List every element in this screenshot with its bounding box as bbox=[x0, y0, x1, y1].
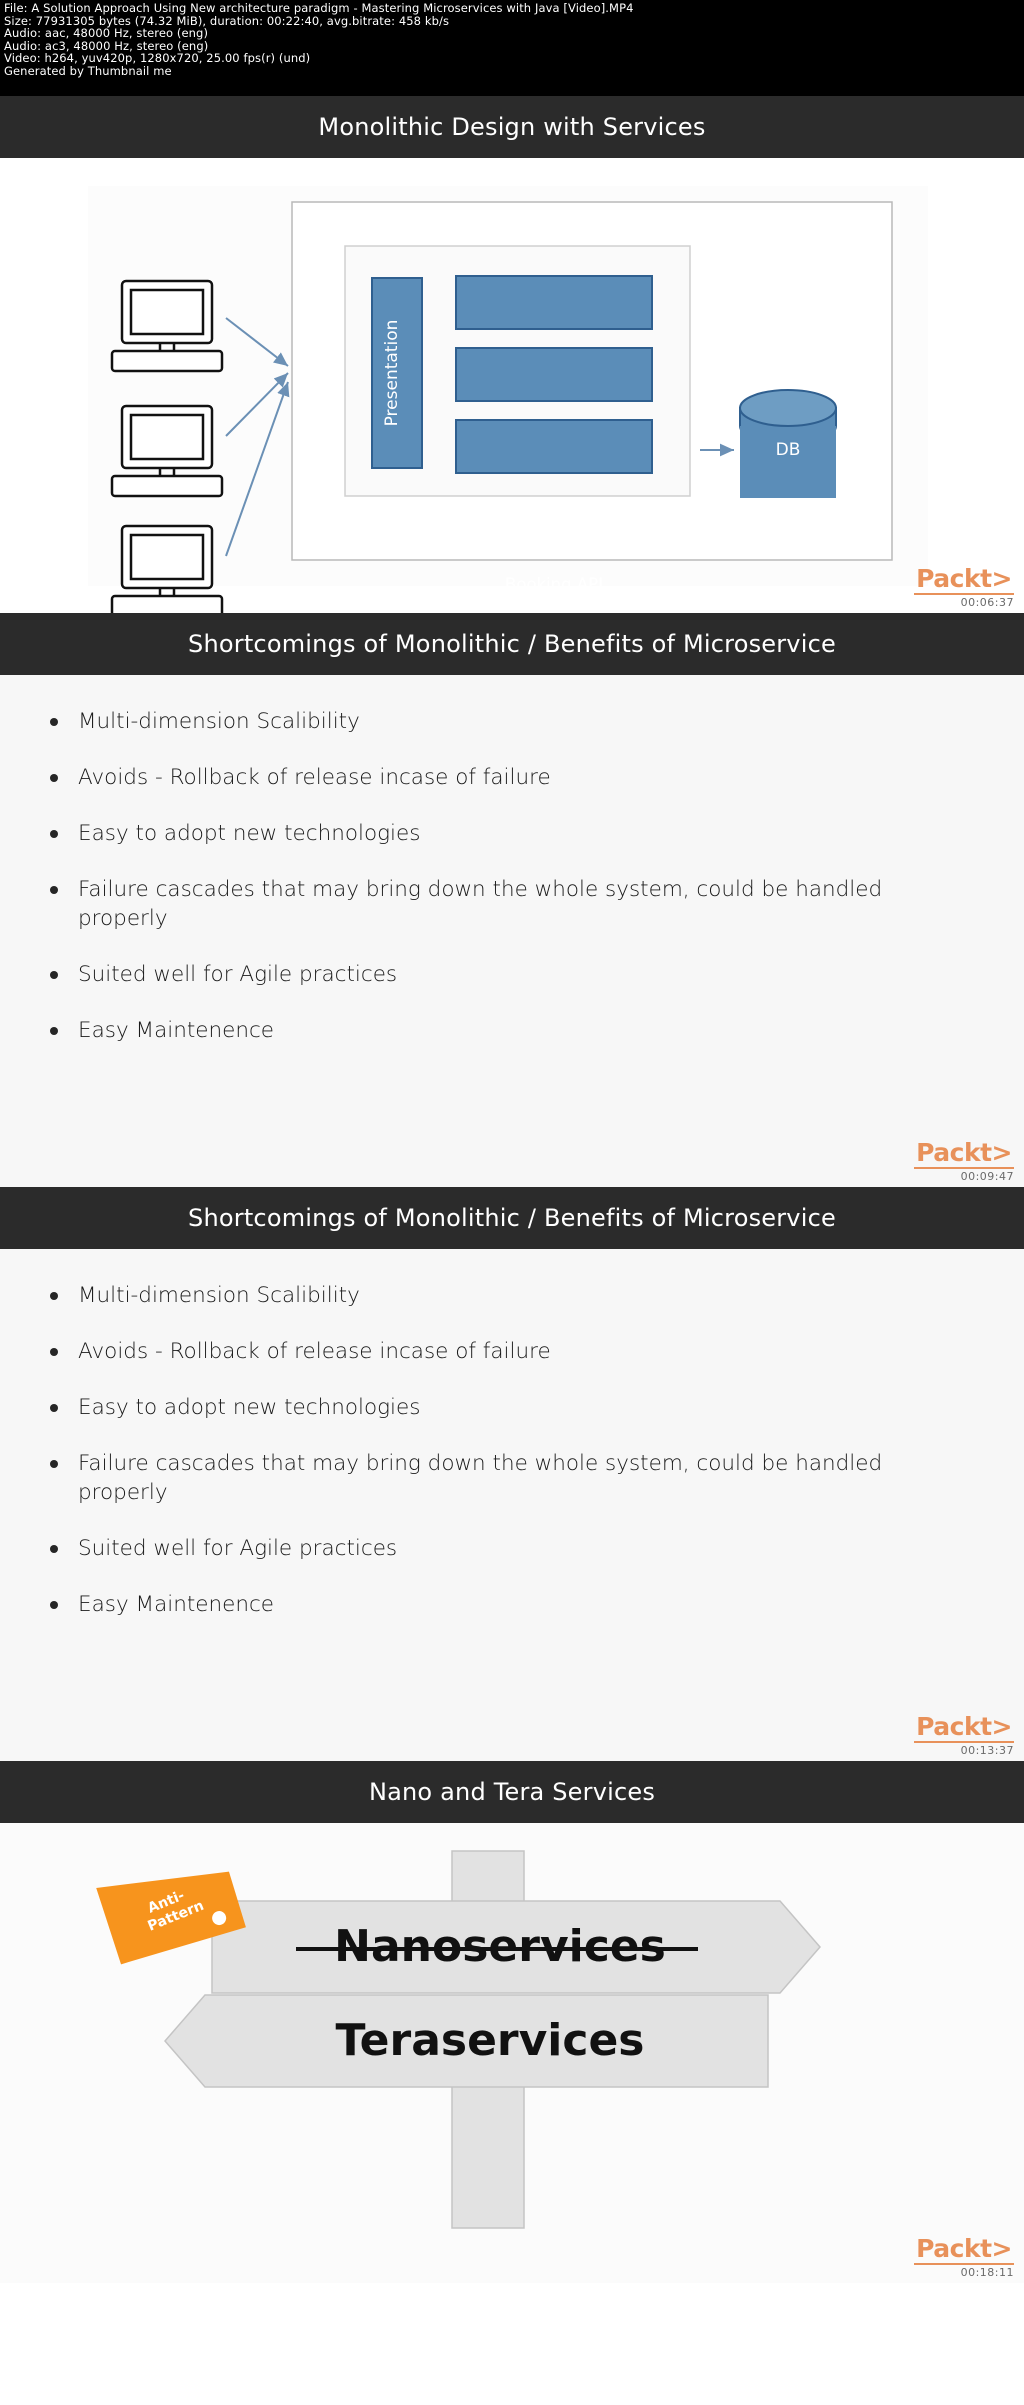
slide-thumbnail-2[interactable]: Shortcomings of Monolithic / Benefits of… bbox=[0, 613, 1024, 1187]
slide-4-timestamp: 00:18:11 bbox=[960, 2266, 1014, 2279]
packt-watermark-2: Packt> 00:09:47 bbox=[884, 1140, 1014, 1183]
video-metadata-header: File: A Solution Approach Using New arch… bbox=[0, 0, 1024, 96]
list-item: Easy to adopt new technologies bbox=[44, 819, 964, 848]
list-item: Failure cascades that may bring down the… bbox=[44, 875, 964, 933]
nano-tera-signpost-diagram: Nanoservices Teraservices Anti- Pattern bbox=[96, 1850, 821, 2229]
metadata-audio-line-1: Audio: aac, 48000 Hz, stereo (eng) bbox=[4, 26, 209, 41]
list-item: Suited well for Agile practices bbox=[44, 1534, 964, 1563]
slide-2-title: Shortcomings of Monolithic / Benefits of… bbox=[0, 613, 1024, 675]
slide-thumbnail-3[interactable]: Shortcomings of Monolithic / Benefits of… bbox=[0, 1187, 1024, 1761]
slide-3-title: Shortcomings of Monolithic / Benefits of… bbox=[0, 1187, 1024, 1249]
teraservices-label: Teraservices bbox=[335, 2015, 644, 2066]
list-item: Easy Maintenence bbox=[44, 1016, 964, 1045]
slide-4-title: Nano and Tera Services bbox=[0, 1761, 1024, 1823]
metadata-generator-line: Generated by Thumbnail me bbox=[4, 63, 172, 78]
monolithic-architecture-diagram: Presentation Customer API Booking API An… bbox=[88, 186, 928, 666]
list-item: Easy Maintenence bbox=[44, 1590, 964, 1619]
packt-watermark-4: Packt> 00:18:11 bbox=[884, 2236, 1014, 2279]
svg-text:Presentation: Presentation bbox=[382, 320, 402, 427]
metadata-file-line: File: A Solution Approach Using New arch… bbox=[4, 1, 634, 15]
nanoservices-label: Nanoservices bbox=[334, 1921, 666, 1972]
slide-2-timestamp: 00:09:47 bbox=[960, 1170, 1014, 1183]
packt-logo: Packt> bbox=[914, 1712, 1014, 1743]
list-item: Avoids - Rollback of release incase of f… bbox=[44, 763, 964, 792]
packt-logo: Packt> bbox=[914, 564, 1014, 595]
slide-2-body: Multi-dimension Scalibility Avoids - Rol… bbox=[0, 675, 1024, 1187]
slide-4-body: Nanoservices Teraservices Anti- Pattern … bbox=[0, 1823, 1024, 2283]
list-item: Easy to adopt new technologies bbox=[44, 1393, 964, 1422]
svg-text:Booking API: Booking API bbox=[505, 575, 603, 594]
packt-watermark-1: Packt> 00:06:37 bbox=[884, 566, 1014, 609]
slide-3-bullet-list: Multi-dimension Scalibility Avoids - Rol… bbox=[0, 1249, 1024, 1656]
slide-1-body: Presentation Customer API Booking API An… bbox=[0, 158, 1024, 666]
slide-3-body: Multi-dimension Scalibility Avoids - Rol… bbox=[0, 1249, 1024, 1761]
packt-logo: Packt> bbox=[914, 1138, 1014, 1169]
slide-1-title: Monolithic Design with Services bbox=[0, 96, 1024, 158]
slide-3-timestamp: 00:13:37 bbox=[960, 1744, 1014, 1757]
list-item: Suited well for Agile practices bbox=[44, 960, 964, 989]
slide-thumbnail-1[interactable]: Monolithic Design with Services Presenta… bbox=[0, 96, 1024, 666]
slide-2-bullet-list: Multi-dimension Scalibility Avoids - Rol… bbox=[0, 675, 1024, 1082]
list-item: Avoids - Rollback of release incase of f… bbox=[44, 1337, 964, 1366]
svg-text:Customer API: Customer API bbox=[498, 503, 610, 522]
slide-thumbnail-4[interactable]: Nano and Tera Services Nanoservices Tera… bbox=[0, 1761, 1024, 2283]
svg-text:DB: DB bbox=[776, 440, 801, 460]
slide-1-timestamp: 00:06:37 bbox=[960, 596, 1014, 609]
packt-watermark-3: Packt> 00:13:37 bbox=[884, 1714, 1014, 1757]
list-item: Failure cascades that may bring down the… bbox=[44, 1449, 964, 1507]
list-item: Multi-dimension Scalibility bbox=[44, 1281, 964, 1310]
list-item: Multi-dimension Scalibility bbox=[44, 707, 964, 736]
packt-logo: Packt> bbox=[914, 2234, 1014, 2265]
